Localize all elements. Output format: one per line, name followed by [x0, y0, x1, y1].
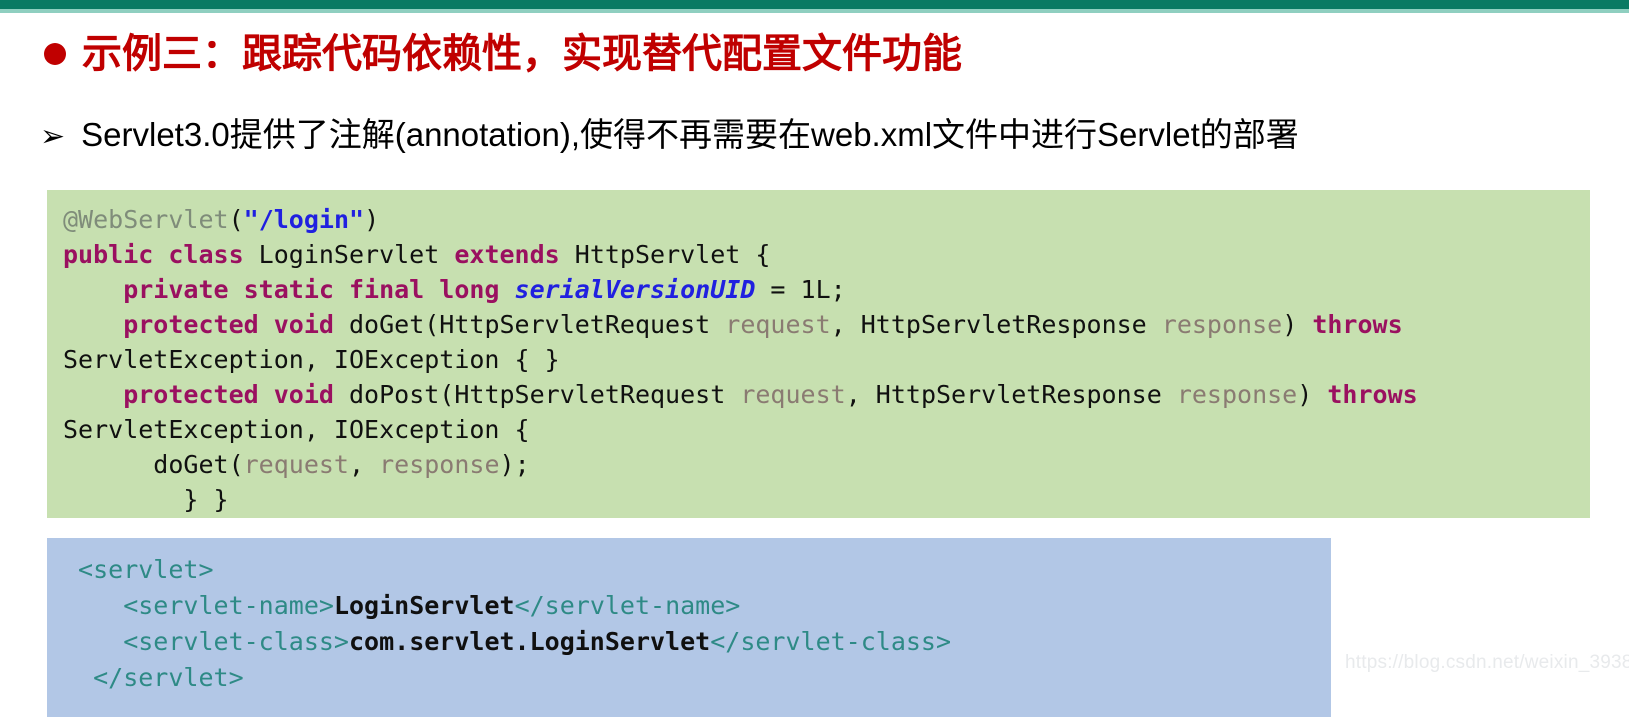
- java-code-token: response: [1161, 310, 1283, 339]
- java-code-token: throws: [1312, 310, 1403, 339]
- java-code-token: LoginServlet: [258, 240, 455, 269]
- java-code-line: protected void doGet(HttpServletRequest …: [63, 307, 1590, 342]
- java-code-token: throws: [1327, 380, 1418, 409]
- top-accent-bar-secondary: [0, 9, 1629, 13]
- arrow-bullet-icon: ➢: [40, 119, 66, 154]
- java-code-token: @WebServlet: [63, 205, 229, 234]
- slide-subtitle-text: Servlet3.0提供了注解(annotation),使得不再需要在web.x…: [81, 116, 1299, 153]
- java-code-token: protected void: [63, 310, 349, 339]
- java-code-token: ServletException, IOException { }: [63, 345, 560, 374]
- java-code-token: request: [740, 380, 846, 409]
- filled-circle-bullet-icon: [44, 43, 66, 65]
- java-code-token: request: [243, 450, 349, 479]
- java-code-line: } }: [63, 482, 1590, 517]
- xml-code-block: <servlet> <servlet-name>LoginServlet</se…: [47, 538, 1331, 717]
- top-accent-bar: [0, 0, 1629, 9]
- java-code-token: );: [499, 450, 530, 479]
- java-code-token: = 1L;: [755, 275, 846, 304]
- java-code-token: ): [1297, 380, 1328, 409]
- java-code-token: serialVersionUID: [514, 275, 756, 304]
- java-code-line: protected void doPost(HttpServletRequest…: [63, 377, 1590, 412]
- xml-code-token: </servlet>: [63, 663, 244, 692]
- java-code-line: ServletException, IOException { }: [63, 342, 1590, 377]
- xml-code-token: <servlet-name>: [63, 591, 334, 620]
- java-code-token: extends: [454, 240, 575, 269]
- java-code-token: doGet(HttpServletRequest: [348, 310, 726, 339]
- watermark: https://blog.csdn.net/weixin_39381833: [1345, 652, 1629, 673]
- slide-title: 示例三：跟踪代码依赖性，实现替代配置文件功能: [44, 34, 962, 74]
- java-code-token: (: [228, 205, 244, 234]
- xml-code-token: <servlet-class>: [63, 627, 349, 656]
- java-code-token: public class: [63, 240, 259, 269]
- java-code-token: doGet(: [63, 450, 244, 479]
- java-code-token: ): [364, 205, 380, 234]
- java-code-block: @WebServlet("/login") public class LoginS…: [47, 190, 1590, 518]
- java-code-token: HttpServlet {: [574, 240, 771, 269]
- xml-code-line: <servlet-class>com.servlet.LoginServlet<…: [63, 624, 1331, 660]
- java-code-token: doPost(HttpServletRequest: [348, 380, 741, 409]
- java-code-token: } }: [63, 485, 229, 514]
- java-code-token: , HttpServletResponse: [845, 380, 1177, 409]
- xml-code-token: <servlet>: [63, 555, 214, 584]
- slide-subtitle: ➢ Servlet3.0提供了注解(annotation),使得不再需要在web…: [40, 118, 1299, 152]
- xml-code-token: </servlet-name>: [514, 591, 741, 620]
- java-code-line: ServletException, IOException {: [63, 412, 1590, 447]
- xml-code-token: </servlet-class>: [710, 627, 952, 656]
- java-code-token: ,: [348, 450, 380, 479]
- java-code-token: protected void: [63, 380, 349, 409]
- java-code-token: , HttpServletResponse: [830, 310, 1162, 339]
- java-code-line: doGet(request, response);: [63, 447, 1590, 482]
- java-code-token: response: [1176, 380, 1298, 409]
- java-code-line: @WebServlet("/login"): [63, 202, 1590, 237]
- java-code-token: private static final long: [63, 275, 515, 304]
- xml-code-line: <servlet-name>LoginServlet</servlet-name…: [63, 588, 1331, 624]
- xml-code-line: <servlet>: [63, 552, 1331, 588]
- xml-code-line: </servlet>: [63, 660, 1331, 696]
- java-code-token: request: [725, 310, 831, 339]
- java-code-line: private static final long serialVersionU…: [63, 272, 1590, 307]
- java-code-token: "/login": [243, 205, 365, 234]
- slide-title-text: 示例三：跟踪代码依赖性，实现替代配置文件功能: [82, 30, 962, 77]
- java-code-token: ): [1282, 310, 1313, 339]
- java-code-token: ServletException, IOException {: [63, 415, 530, 444]
- java-code-token: response: [379, 450, 500, 479]
- xml-code-token: LoginServlet: [333, 591, 515, 620]
- java-code-line: public class LoginServlet extends HttpSe…: [63, 237, 1590, 272]
- xml-code-token: com.servlet.LoginServlet: [348, 627, 711, 656]
